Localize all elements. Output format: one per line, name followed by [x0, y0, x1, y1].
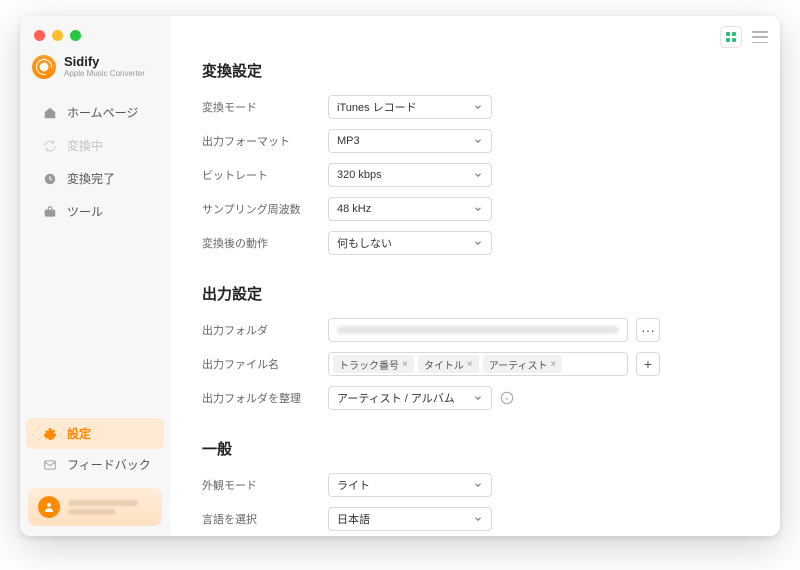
remove-tag-icon[interactable]: × — [467, 359, 473, 370]
row-output-filename: 出力ファイル名 トラック番号× タイトル× アーティスト× + — [202, 352, 742, 376]
remove-tag-icon[interactable]: × — [551, 359, 557, 370]
row-label: 外観モード — [202, 477, 328, 493]
select-value: MP3 — [337, 135, 360, 147]
output-path-value — [337, 326, 619, 334]
minimize-window-button[interactable] — [52, 30, 63, 41]
row-bitrate: ビットレート 320 kbps — [202, 163, 742, 187]
chevron-down-icon — [473, 393, 483, 403]
section-title: 変換設定 — [202, 60, 742, 81]
select-value: アーティスト / アルバム — [337, 390, 455, 406]
sidebar: Sidify Apple Music Converter ホームページ 変換中 — [20, 16, 170, 536]
avatar-icon — [38, 496, 60, 518]
sidebar-item-home[interactable]: ホームページ — [26, 97, 164, 128]
select-convert-mode[interactable]: iTunes レコード — [328, 95, 492, 119]
chevron-down-icon — [473, 514, 483, 524]
row-label: 出力ファイル名 — [202, 356, 328, 372]
home-icon — [42, 105, 57, 120]
row-language: 言語を選択 日本語 — [202, 507, 742, 531]
filename-tag[interactable]: トラック番号× — [333, 355, 414, 373]
account-card[interactable] — [28, 488, 162, 526]
section-general: 一般 外観モード ライト 言語を選択 日本語 — [202, 438, 742, 531]
row-label: 変換モード — [202, 99, 328, 115]
section-output: 出力設定 出力フォルダ ··· 出力ファイル名 トラック番号× タイトル× — [202, 283, 742, 410]
select-value: 日本語 — [337, 511, 370, 527]
row-label: サンプリング周波数 — [202, 201, 328, 217]
main-content: 変換設定 変換モード iTunes レコード 出力フォーマット MP3 — [170, 16, 780, 536]
row-label: 言語を選択 — [202, 511, 328, 527]
row-label: 出力フォルダ — [202, 322, 328, 338]
maximize-window-button[interactable] — [70, 30, 81, 41]
brand-logo-icon — [32, 55, 56, 79]
select-bitrate[interactable]: 320 kbps — [328, 163, 492, 187]
sidebar-item-feedback[interactable]: フィードバック — [26, 449, 164, 480]
section-title: 出力設定 — [202, 283, 742, 304]
close-window-button[interactable] — [34, 30, 45, 41]
select-sample-rate[interactable]: 48 kHz — [328, 197, 492, 221]
row-sample-rate: サンプリング周波数 48 kHz — [202, 197, 742, 221]
account-info — [68, 500, 138, 515]
select-value: 何もしない — [337, 235, 392, 251]
sidebar-item-label: 変換完了 — [67, 170, 115, 187]
output-folder-field[interactable] — [328, 318, 628, 342]
filename-pattern-field[interactable]: トラック番号× タイトル× アーティスト× — [328, 352, 628, 376]
toolbox-icon — [42, 204, 57, 219]
sidebar-item-label: ツール — [67, 203, 103, 220]
sidebar-item-completed[interactable]: 変換完了 — [26, 163, 164, 194]
select-appearance[interactable]: ライト — [328, 473, 492, 497]
chevron-down-icon — [473, 238, 483, 248]
brand: Sidify Apple Music Converter — [20, 51, 170, 93]
section-title: 一般 — [202, 438, 742, 459]
plus-icon: + — [644, 356, 652, 372]
ellipsis-icon: ··· — [641, 322, 655, 338]
sidebar-item-converting[interactable]: 変換中 — [26, 130, 164, 161]
select-value: 48 kHz — [337, 203, 371, 215]
select-after-convert[interactable]: 何もしない — [328, 231, 492, 255]
sidebar-item-settings[interactable]: 設定 — [26, 418, 164, 449]
row-label: 出力フォーマット — [202, 133, 328, 149]
filename-tag[interactable]: タイトル× — [418, 355, 479, 373]
row-output-format: 出力フォーマット MP3 — [202, 129, 742, 153]
select-organize-folder[interactable]: アーティスト / アルバム — [328, 386, 492, 410]
select-value: iTunes レコード — [337, 99, 417, 115]
brand-subtitle: Apple Music Converter — [64, 70, 145, 79]
window-controls — [20, 16, 170, 51]
row-after-convert: 変換後の動作 何もしない — [202, 231, 742, 255]
sidebar-item-label: ホームページ — [67, 104, 138, 121]
select-output-format[interactable]: MP3 — [328, 129, 492, 153]
sidebar-item-label: 設定 — [67, 425, 91, 442]
select-language[interactable]: 日本語 — [328, 507, 492, 531]
row-convert-mode: 変換モード iTunes レコード — [202, 95, 742, 119]
add-filename-tag-button[interactable]: + — [636, 352, 660, 376]
sidebar-nav: ホームページ 変換中 変換完了 ツール — [20, 93, 170, 227]
chevron-down-icon — [473, 136, 483, 146]
chevron-down-icon — [473, 170, 483, 180]
row-organize-folder: 出力フォルダを整理 アーティスト / アルバム — [202, 386, 742, 410]
gear-icon — [42, 426, 57, 441]
clock-icon — [42, 171, 57, 186]
info-icon[interactable] — [500, 391, 514, 405]
row-label: 変換後の動作 — [202, 235, 328, 251]
row-label: 出力フォルダを整理 — [202, 390, 328, 406]
row-output-folder: 出力フォルダ ··· — [202, 318, 742, 342]
mail-icon — [42, 457, 57, 472]
row-label: ビットレート — [202, 167, 328, 183]
sidebar-item-tools[interactable]: ツール — [26, 196, 164, 227]
brand-name: Sidify — [64, 55, 145, 69]
chevron-down-icon — [473, 204, 483, 214]
sidebar-item-label: 変換中 — [67, 137, 103, 154]
row-appearance: 外観モード ライト — [202, 473, 742, 497]
chevron-down-icon — [473, 102, 483, 112]
app-window: Sidify Apple Music Converter ホームページ 変換中 — [20, 16, 780, 536]
browse-folder-button[interactable]: ··· — [636, 318, 660, 342]
filename-tag[interactable]: アーティスト× — [483, 355, 563, 373]
sidebar-item-label: フィードバック — [67, 456, 151, 473]
refresh-icon — [42, 138, 57, 153]
select-value: 320 kbps — [337, 169, 382, 181]
chevron-down-icon — [473, 480, 483, 490]
section-conversion: 変換設定 変換モード iTunes レコード 出力フォーマット MP3 — [202, 60, 742, 255]
remove-tag-icon[interactable]: × — [402, 359, 408, 370]
select-value: ライト — [337, 477, 370, 493]
